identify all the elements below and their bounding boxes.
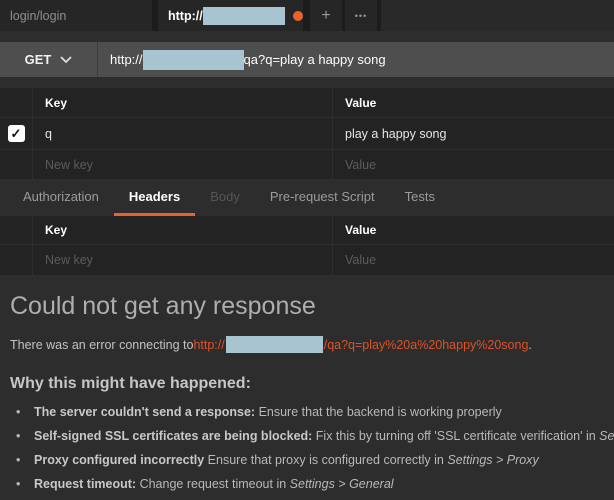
key-column-header: Key bbox=[33, 216, 333, 244]
request-tabs: Authorization Headers Body Pre-request S… bbox=[0, 180, 614, 216]
ellipsis-icon: ••• bbox=[354, 10, 368, 21]
error-url-link[interactable]: http:// bbox=[193, 338, 224, 352]
url-prefix: http:// bbox=[110, 52, 143, 67]
response-error-panel: Could not get any response There was an … bbox=[0, 276, 614, 491]
app-tab-bar: login/login http:// + ••• bbox=[0, 0, 614, 31]
query-params-table: Key Value ✓ q play a happy song New key … bbox=[0, 88, 614, 180]
reason-ssl: Self-signed SSL certificates are being b… bbox=[10, 429, 614, 443]
redacted-host bbox=[202, 6, 285, 25]
redacted-host bbox=[225, 336, 323, 353]
error-url-link-suffix[interactable]: /qa?q=play%20a%20happy%20song bbox=[324, 338, 529, 352]
new-value-input[interactable]: Value bbox=[333, 150, 614, 179]
method-label: GET bbox=[24, 52, 52, 67]
spacer bbox=[0, 31, 614, 42]
url-input[interactable]: http:// qa?q=play a happy song bbox=[98, 49, 614, 70]
checkbox-cell bbox=[0, 245, 33, 275]
chevron-down-icon bbox=[60, 56, 72, 63]
value-column-header: Value bbox=[345, 223, 377, 237]
tab-active-request[interactable]: http:// bbox=[158, 0, 303, 31]
checkbox-cell: ✓ bbox=[0, 118, 33, 149]
reason-proxy: Proxy configured incorrectly Ensure that… bbox=[10, 453, 614, 467]
checkbox-cell bbox=[0, 150, 33, 179]
new-tab-button[interactable]: + bbox=[310, 0, 342, 31]
checkbox-column-header bbox=[0, 216, 33, 244]
header-new-row: New key Value bbox=[0, 245, 614, 276]
tab-tests[interactable]: Tests bbox=[390, 180, 450, 216]
reason-list: The server couldn't send a response: Ens… bbox=[10, 405, 614, 491]
error-message: There was an error connecting to http://… bbox=[10, 336, 614, 353]
headers-table: Key Value New key Value bbox=[0, 216, 614, 276]
new-value-input[interactable]: Value bbox=[333, 245, 614, 275]
checkbox-column-header bbox=[0, 88, 33, 117]
spacer bbox=[0, 77, 614, 88]
redacted-host bbox=[142, 49, 244, 70]
param-enabled-checkbox[interactable]: ✓ bbox=[7, 125, 25, 142]
tab-bar-filler bbox=[381, 0, 614, 31]
tab-login-label: login/login bbox=[10, 8, 67, 23]
param-value-input[interactable]: play a happy song bbox=[333, 118, 614, 149]
tab-pre-request-script[interactable]: Pre-request Script bbox=[255, 180, 390, 216]
param-new-row: New key Value bbox=[0, 150, 614, 180]
method-dropdown[interactable]: GET bbox=[0, 42, 98, 77]
tab-body[interactable]: Body bbox=[195, 180, 255, 216]
tab-request-url: http:// bbox=[168, 8, 203, 23]
tab-options-button[interactable]: ••• bbox=[345, 0, 377, 31]
unsaved-changes-dot-icon bbox=[293, 10, 303, 21]
new-key-input[interactable]: New key bbox=[33, 150, 333, 179]
error-title: Could not get any response bbox=[10, 292, 316, 320]
headers-header-row: Key Value bbox=[0, 216, 614, 245]
new-key-input[interactable]: New key bbox=[33, 245, 333, 275]
tab-headers[interactable]: Headers bbox=[113, 180, 196, 216]
error-message-period: . bbox=[528, 337, 532, 352]
error-message-text: There was an error connecting to bbox=[10, 337, 194, 352]
plus-icon: + bbox=[321, 6, 331, 24]
tab-login-login[interactable]: login/login bbox=[0, 0, 152, 31]
value-column-header: Value bbox=[345, 95, 377, 110]
reason-timeout: Request timeout: Change request timeout … bbox=[10, 477, 614, 491]
request-url-bar: GET http:// qa?q=play a happy song bbox=[0, 42, 614, 77]
reason-server: The server couldn't send a response: Ens… bbox=[10, 405, 614, 419]
url-suffix: qa?q=play a happy song bbox=[243, 52, 386, 67]
param-row-q: ✓ q play a happy song bbox=[0, 118, 614, 150]
tab-authorization[interactable]: Authorization bbox=[8, 180, 114, 216]
params-header-row: Key Value bbox=[0, 88, 614, 118]
why-heading: Why this might have happened: bbox=[10, 375, 251, 392]
param-key-input[interactable]: q bbox=[33, 118, 333, 149]
key-column-header: Key bbox=[33, 88, 333, 117]
